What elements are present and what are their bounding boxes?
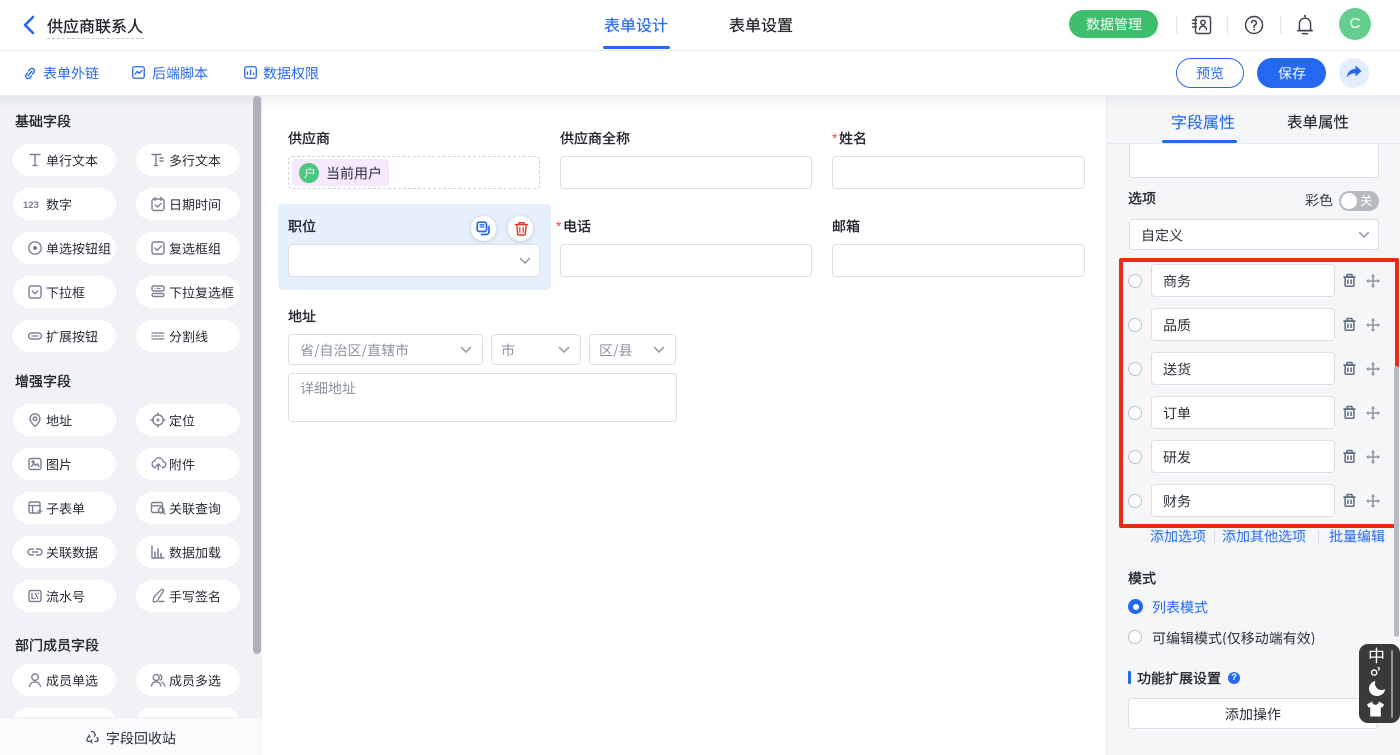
svg-text:123: 123 <box>23 200 39 211</box>
